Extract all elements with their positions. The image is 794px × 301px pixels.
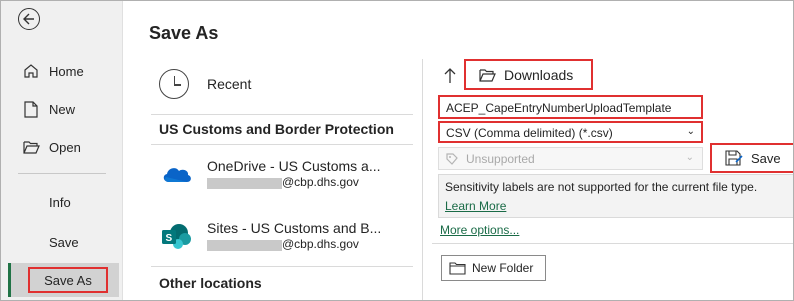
section-divider (432, 243, 793, 244)
nav-label-save-as[interactable]: Save As (28, 267, 108, 293)
home-icon (22, 62, 40, 80)
backstage-nav: Home New Open Info Save Save As (1, 1, 123, 300)
save-button[interactable]: Save (710, 143, 793, 173)
redacted-username (207, 178, 282, 189)
learn-more-link[interactable]: Learn More (445, 199, 788, 213)
section-heading-other[interactable]: Other locations (159, 275, 262, 291)
save-as-window: Home New Open Info Save Save As Save As … (0, 0, 794, 301)
sensitivity-select: Unsupported ⌄ (438, 147, 703, 170)
onedrive-cloud-icon (161, 164, 193, 189)
back-arrow-icon[interactable] (18, 8, 40, 30)
location-email: @cbp.dhs.gov (282, 175, 359, 189)
file-name-input[interactable]: ACEP_CapeEntryNumberUploadTemplate (438, 95, 703, 119)
nav-divider (18, 173, 106, 174)
nav-item-home[interactable]: Home (1, 56, 123, 86)
section-divider (151, 114, 413, 115)
nav-label-new: New (49, 101, 76, 117)
save-button-label: Save (751, 150, 781, 166)
current-folder-label: Downloads (504, 66, 574, 83)
recent-label: Recent (207, 76, 252, 92)
chevron-down-icon: ⌄ (686, 126, 695, 137)
nav-label-save: Save (49, 234, 79, 250)
nav-item-save[interactable]: Save (1, 227, 123, 257)
save-icon (725, 149, 743, 167)
recent-location[interactable]: Recent (159, 69, 251, 99)
location-name: OneDrive - US Customs a... (207, 158, 381, 174)
location-email: @cbp.dhs.gov (282, 237, 359, 251)
file-type-select[interactable]: CSV (Comma delimited) (*.csv) ⌄ (438, 121, 703, 143)
sharepoint-icon: S (161, 224, 191, 255)
sensitivity-value: Unsupported (466, 151, 535, 166)
nav-label-open: Open (49, 139, 81, 155)
open-folder-icon (479, 68, 496, 82)
redacted-username (207, 240, 282, 251)
section-divider (151, 144, 413, 145)
open-folder-icon (22, 138, 40, 156)
new-folder-icon (449, 261, 466, 275)
section-heading-org: US Customs and Border Protection (159, 121, 394, 137)
location-name: Sites - US Customs and B... (207, 220, 382, 236)
nav-label-info: Info (49, 194, 71, 210)
clock-icon (159, 69, 189, 99)
nav-item-new[interactable]: New (1, 94, 123, 124)
up-arrow-icon[interactable] (444, 67, 456, 89)
nav-item-open[interactable]: Open (1, 132, 123, 162)
new-document-icon (22, 100, 40, 118)
svg-text:S: S (166, 233, 173, 244)
sensitivity-label-icon (445, 152, 459, 166)
nav-label-home: Home (49, 63, 84, 79)
sensitivity-info-text: Sensitivity labels are not supported for… (445, 180, 758, 194)
file-type-value: CSV (Comma delimited) (*.csv) (446, 126, 613, 140)
chevron-down-icon: ⌄ (685, 152, 694, 163)
new-folder-button[interactable]: New Folder (441, 255, 546, 281)
nav-item-info[interactable]: Info (1, 187, 123, 217)
sensitivity-info-box: Sensitivity labels are not supported for… (438, 174, 793, 218)
current-folder-button[interactable]: Downloads (464, 59, 593, 90)
page-title: Save As (149, 23, 219, 43)
new-folder-label: New Folder (472, 261, 534, 275)
section-divider (151, 266, 413, 267)
column-divider (422, 59, 423, 300)
more-options-link[interactable]: More options... (440, 223, 519, 237)
